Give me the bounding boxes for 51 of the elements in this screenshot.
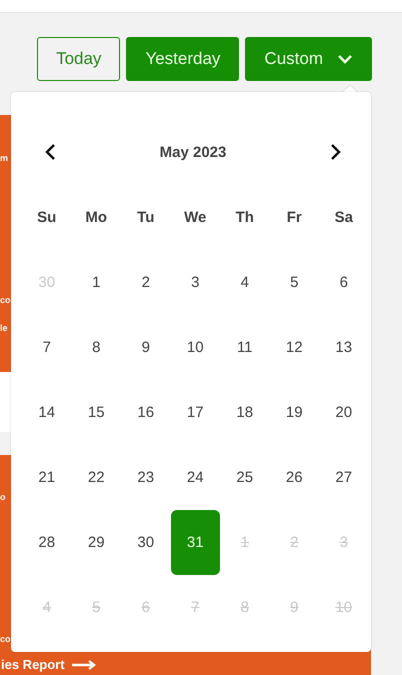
date-range-button[interactable]: Yesterday [126, 37, 240, 81]
weekday-label: We [184, 209, 206, 226]
calendar-day[interactable]: 6 [319, 250, 368, 315]
calendar-day[interactable]: 21 [22, 445, 72, 510]
calendar-day[interactable]: 1 [72, 250, 121, 315]
calendar-day[interactable]: 26 [270, 445, 319, 510]
calendar-day[interactable]: 7 [22, 315, 72, 380]
calendar-day[interactable]: 19 [270, 380, 319, 445]
card-text: m [0, 152, 8, 164]
calendar-day[interactable]: 31 [170, 510, 220, 575]
calendar-day[interactable]: 18 [220, 380, 270, 445]
calendar-day[interactable]: 20 [319, 380, 368, 445]
next-month-button[interactable] [328, 143, 342, 161]
month-title: May 2023 [160, 144, 226, 160]
calendar-day[interactable]: 8 [72, 315, 121, 380]
calendar-day[interactable]: 14 [22, 380, 72, 445]
calendar-day[interactable]: 9 [121, 315, 170, 380]
calendar-day[interactable]: 12 [270, 315, 319, 380]
card-text: co [0, 294, 11, 306]
card-text: co [0, 633, 11, 645]
date-range-button[interactable]: Custom [245, 37, 372, 81]
weekday-label: Tu [137, 209, 154, 226]
calendar-day[interactable]: 2 [121, 250, 170, 315]
weekday-label: Fr [286, 209, 302, 226]
calendar-day[interactable]: 5 [270, 250, 319, 315]
weekday-label: Th [236, 209, 254, 226]
calendar-day[interactable]: 4 [220, 250, 270, 315]
calendar-day[interactable]: 3 [170, 250, 220, 315]
previous-month-button[interactable] [44, 143, 58, 161]
calendar-day[interactable]: 23 [121, 445, 170, 510]
calendar-day[interactable]: 10 [170, 315, 220, 380]
calendar-day[interactable]: 29 [72, 510, 121, 575]
weekday-label: Su [37, 209, 56, 226]
calendar-day[interactable]: 16 [121, 380, 170, 445]
report-link[interactable]: ies Report [1, 657, 97, 672]
card-text: le [0, 322, 8, 334]
weekday-label: Sa [334, 209, 353, 226]
calendar-day[interactable]: 13 [319, 315, 368, 380]
calendar-day[interactable]: 30 [121, 510, 170, 575]
calendar-day[interactable]: 17 [170, 380, 220, 445]
calendar-day[interactable]: 28 [22, 510, 72, 575]
calendar-day[interactable]: 15 [72, 380, 121, 445]
calendar-day[interactable]: 27 [319, 445, 368, 510]
card-text: o [0, 491, 6, 503]
calendar-day[interactable]: 22 [72, 445, 121, 510]
arrow-right-icon [70, 660, 97, 670]
calendar-day[interactable]: 11 [220, 315, 270, 380]
date-range-button[interactable]: Today [37, 37, 120, 81]
calendar-day[interactable]: 24 [170, 445, 220, 510]
calendar-day[interactable]: 25 [220, 445, 270, 510]
weekday-label: Mo [85, 209, 108, 226]
